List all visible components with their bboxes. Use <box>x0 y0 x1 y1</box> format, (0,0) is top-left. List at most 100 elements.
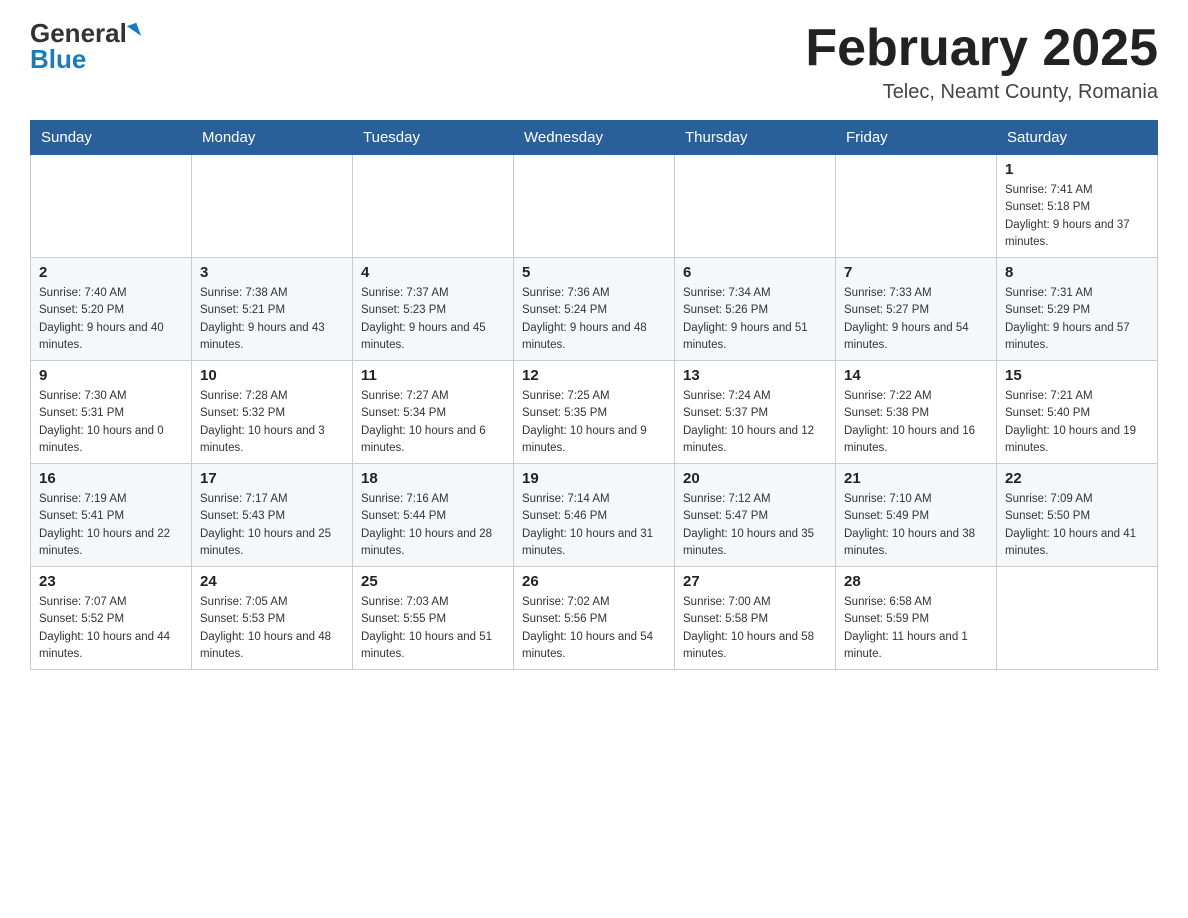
calendar-cell: 19 Sunrise: 7:14 AMSunset: 5:46 PMDayligh… <box>514 464 675 567</box>
calendar-cell: 23 Sunrise: 7:07 AMSunset: 5:52 PMDayligh… <box>31 567 192 670</box>
day-info: Sunrise: 7:31 AMSunset: 5:29 PMDaylight:… <box>1005 285 1149 354</box>
calendar-cell: 25 Sunrise: 7:03 AMSunset: 5:55 PMDayligh… <box>353 567 514 670</box>
day-number: 18 <box>361 470 505 487</box>
day-number: 2 <box>39 264 183 281</box>
weekday-header-wednesday: Wednesday <box>514 121 675 155</box>
calendar-cell <box>836 155 997 258</box>
day-info: Sunrise: 7:40 AMSunset: 5:20 PMDaylight:… <box>39 285 183 354</box>
day-number: 15 <box>1005 367 1149 384</box>
day-info: Sunrise: 7:05 AMSunset: 5:53 PMDaylight:… <box>200 594 344 663</box>
logo-arrow-icon <box>127 23 141 40</box>
weekday-header-tuesday: Tuesday <box>353 121 514 155</box>
weekday-header-friday: Friday <box>836 121 997 155</box>
calendar-cell: 2 Sunrise: 7:40 AMSunset: 5:20 PMDaylight… <box>31 258 192 361</box>
day-number: 6 <box>683 264 827 281</box>
calendar-week-row: 1 Sunrise: 7:41 AMSunset: 5:18 PMDaylight… <box>31 155 1158 258</box>
calendar-cell: 21 Sunrise: 7:10 AMSunset: 5:49 PMDayligh… <box>836 464 997 567</box>
calendar-cell: 1 Sunrise: 7:41 AMSunset: 5:18 PMDaylight… <box>997 155 1158 258</box>
weekday-header-saturday: Saturday <box>997 121 1158 155</box>
calendar-body: 1 Sunrise: 7:41 AMSunset: 5:18 PMDaylight… <box>31 155 1158 670</box>
day-info: Sunrise: 7:14 AMSunset: 5:46 PMDaylight:… <box>522 491 666 560</box>
day-number: 13 <box>683 367 827 384</box>
day-number: 21 <box>844 470 988 487</box>
location-text: Telec, Neamt County, Romania <box>805 81 1158 104</box>
calendar-table: SundayMondayTuesdayWednesdayThursdayFrid… <box>30 120 1158 670</box>
day-info: Sunrise: 6:58 AMSunset: 5:59 PMDaylight:… <box>844 594 988 663</box>
day-info: Sunrise: 7:16 AMSunset: 5:44 PMDaylight:… <box>361 491 505 560</box>
calendar-cell: 6 Sunrise: 7:34 AMSunset: 5:26 PMDaylight… <box>675 258 836 361</box>
logo-blue-text: Blue <box>30 44 86 74</box>
day-info: Sunrise: 7:24 AMSunset: 5:37 PMDaylight:… <box>683 388 827 457</box>
calendar-cell: 11 Sunrise: 7:27 AMSunset: 5:34 PMDayligh… <box>353 361 514 464</box>
day-info: Sunrise: 7:09 AMSunset: 5:50 PMDaylight:… <box>1005 491 1149 560</box>
day-number: 24 <box>200 573 344 590</box>
day-number: 5 <box>522 264 666 281</box>
day-info: Sunrise: 7:17 AMSunset: 5:43 PMDaylight:… <box>200 491 344 560</box>
calendar-cell <box>997 567 1158 670</box>
weekday-header-sunday: Sunday <box>31 121 192 155</box>
day-number: 25 <box>361 573 505 590</box>
calendar-cell <box>192 155 353 258</box>
day-number: 16 <box>39 470 183 487</box>
day-info: Sunrise: 7:33 AMSunset: 5:27 PMDaylight:… <box>844 285 988 354</box>
calendar-week-row: 16 Sunrise: 7:19 AMSunset: 5:41 PMDayligh… <box>31 464 1158 567</box>
day-number: 26 <box>522 573 666 590</box>
day-number: 11 <box>361 367 505 384</box>
calendar-cell <box>514 155 675 258</box>
calendar-cell: 13 Sunrise: 7:24 AMSunset: 5:37 PMDayligh… <box>675 361 836 464</box>
calendar-cell: 10Sunrise: 7:28 AMSunset: 5:32 PMDayligh… <box>192 361 353 464</box>
calendar-cell: 18 Sunrise: 7:16 AMSunset: 5:44 PMDayligh… <box>353 464 514 567</box>
day-number: 7 <box>844 264 988 281</box>
day-info: Sunrise: 7:03 AMSunset: 5:55 PMDaylight:… <box>361 594 505 663</box>
calendar-cell: 7 Sunrise: 7:33 AMSunset: 5:27 PMDaylight… <box>836 258 997 361</box>
weekday-header-thursday: Thursday <box>675 121 836 155</box>
day-info: Sunrise: 7:02 AMSunset: 5:56 PMDaylight:… <box>522 594 666 663</box>
calendar-cell: 28Sunrise: 6:58 AMSunset: 5:59 PMDayligh… <box>836 567 997 670</box>
day-number: 20 <box>683 470 827 487</box>
calendar-cell <box>675 155 836 258</box>
calendar-cell: 26 Sunrise: 7:02 AMSunset: 5:56 PMDayligh… <box>514 567 675 670</box>
day-number: 8 <box>1005 264 1149 281</box>
calendar-cell: 8 Sunrise: 7:31 AMSunset: 5:29 PMDaylight… <box>997 258 1158 361</box>
calendar-cell: 14Sunrise: 7:22 AMSunset: 5:38 PMDayligh… <box>836 361 997 464</box>
calendar-cell <box>353 155 514 258</box>
calendar-cell: 20Sunrise: 7:12 AMSunset: 5:47 PMDayligh… <box>675 464 836 567</box>
day-number: 17 <box>200 470 344 487</box>
day-info: Sunrise: 7:00 AMSunset: 5:58 PMDaylight:… <box>683 594 827 663</box>
day-number: 14 <box>844 367 988 384</box>
day-number: 3 <box>200 264 344 281</box>
day-info: Sunrise: 7:19 AMSunset: 5:41 PMDaylight:… <box>39 491 183 560</box>
calendar-cell: 16 Sunrise: 7:19 AMSunset: 5:41 PMDayligh… <box>31 464 192 567</box>
calendar-cell: 9Sunrise: 7:30 AMSunset: 5:31 PMDaylight… <box>31 361 192 464</box>
day-info: Sunrise: 7:34 AMSunset: 5:26 PMDaylight:… <box>683 285 827 354</box>
calendar-week-row: 23 Sunrise: 7:07 AMSunset: 5:52 PMDayligh… <box>31 567 1158 670</box>
day-info: Sunrise: 7:27 AMSunset: 5:34 PMDaylight:… <box>361 388 505 457</box>
day-info: Sunrise: 7:36 AMSunset: 5:24 PMDaylight:… <box>522 285 666 354</box>
day-number: 22 <box>1005 470 1149 487</box>
day-info: Sunrise: 7:41 AMSunset: 5:18 PMDaylight:… <box>1005 182 1149 251</box>
calendar-cell: 22 Sunrise: 7:09 AMSunset: 5:50 PMDayligh… <box>997 464 1158 567</box>
calendar-cell: 3Sunrise: 7:38 AMSunset: 5:21 PMDaylight… <box>192 258 353 361</box>
calendar-cell: 27 Sunrise: 7:00 AMSunset: 5:58 PMDayligh… <box>675 567 836 670</box>
day-info: Sunrise: 7:07 AMSunset: 5:52 PMDaylight:… <box>39 594 183 663</box>
weekday-header-monday: Monday <box>192 121 353 155</box>
day-info: Sunrise: 7:21 AMSunset: 5:40 PMDaylight:… <box>1005 388 1149 457</box>
day-number: 23 <box>39 573 183 590</box>
calendar-cell: 12 Sunrise: 7:25 AMSunset: 5:35 PMDayligh… <box>514 361 675 464</box>
day-info: Sunrise: 7:28 AMSunset: 5:32 PMDaylight:… <box>200 388 344 457</box>
day-number: 19 <box>522 470 666 487</box>
day-info: Sunrise: 7:10 AMSunset: 5:49 PMDaylight:… <box>844 491 988 560</box>
day-number: 27 <box>683 573 827 590</box>
day-info: Sunrise: 7:25 AMSunset: 5:35 PMDaylight:… <box>522 388 666 457</box>
calendar-week-row: 2 Sunrise: 7:40 AMSunset: 5:20 PMDaylight… <box>31 258 1158 361</box>
month-title: February 2025 <box>805 20 1158 77</box>
logo-general-text: General <box>30 20 127 46</box>
calendar-cell: 15 Sunrise: 7:21 AMSunset: 5:40 PMDayligh… <box>997 361 1158 464</box>
day-info: Sunrise: 7:37 AMSunset: 5:23 PMDaylight:… <box>361 285 505 354</box>
day-number: 4 <box>361 264 505 281</box>
day-number: 1 <box>1005 161 1149 178</box>
day-number: 12 <box>522 367 666 384</box>
calendar-header: SundayMondayTuesdayWednesdayThursdayFrid… <box>31 121 1158 155</box>
weekday-header-row: SundayMondayTuesdayWednesdayThursdayFrid… <box>31 121 1158 155</box>
day-number: 9 <box>39 367 183 384</box>
